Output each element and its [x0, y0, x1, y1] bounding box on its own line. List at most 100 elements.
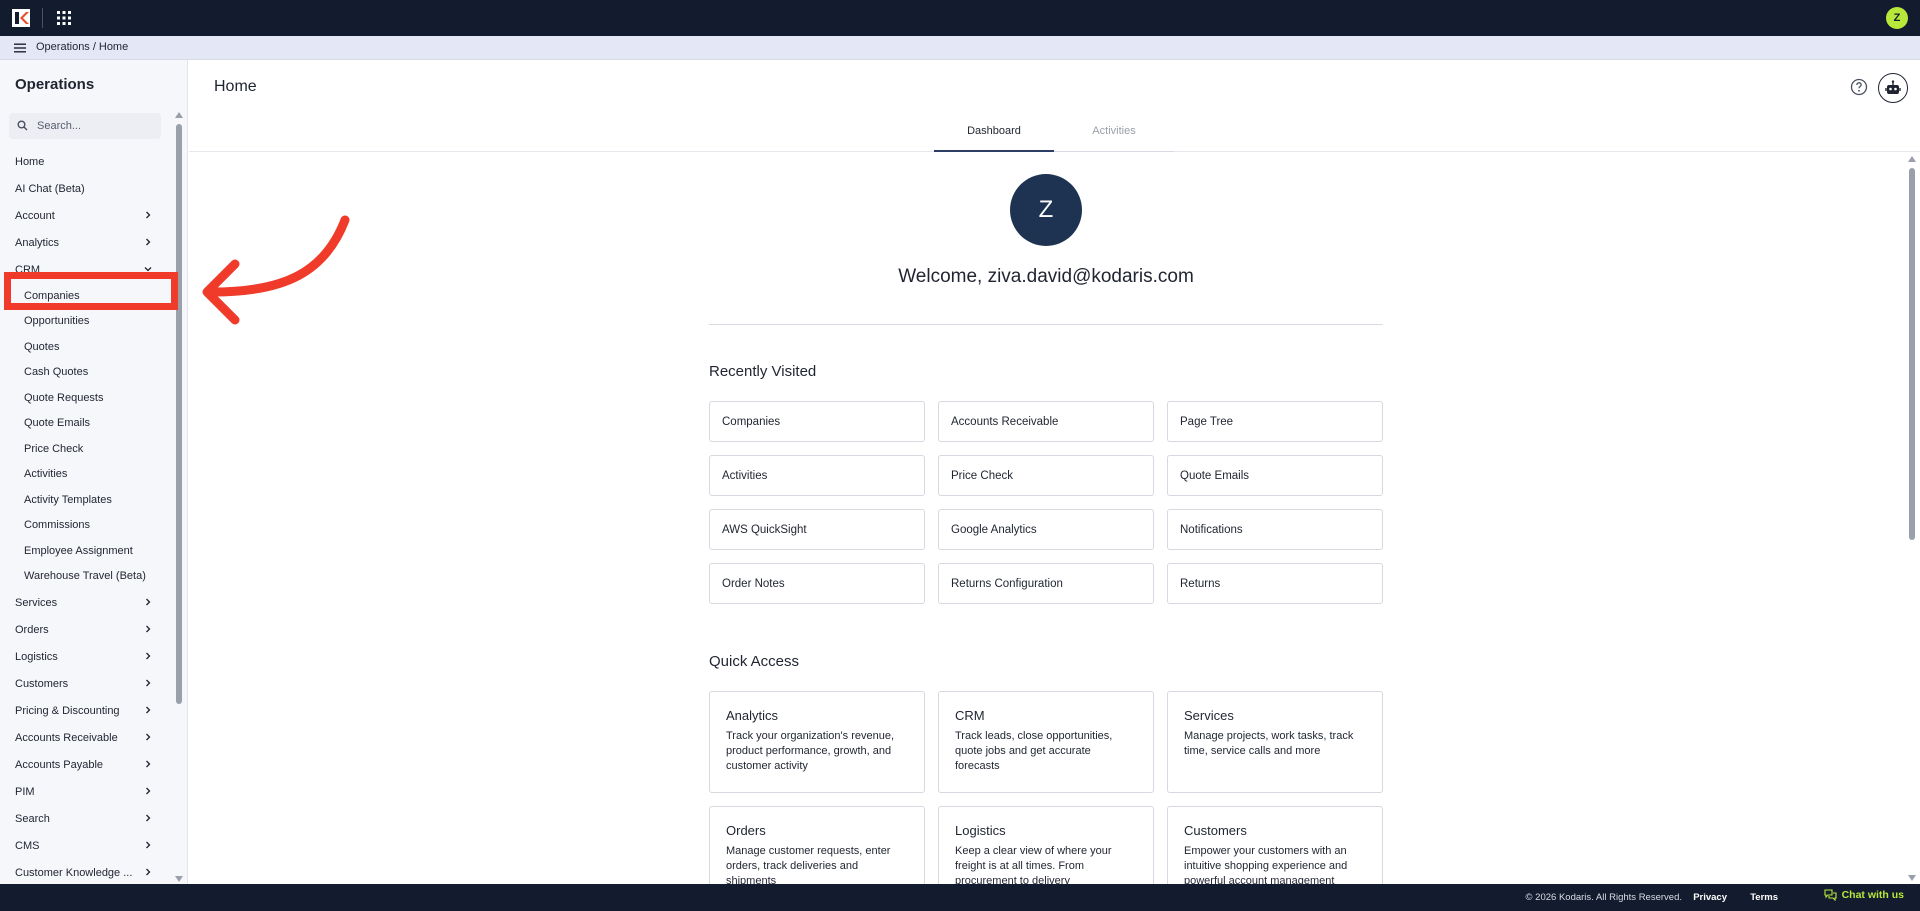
sidebar-item-warehouse-travel-beta[interactable]: Warehouse Travel (Beta) — [0, 564, 170, 590]
recent-card-returns-configuration[interactable]: Returns Configuration — [938, 563, 1154, 604]
sidebar-item-label: Services — [15, 596, 58, 609]
sidebar-item-ai-chat-beta[interactable]: AI Chat (Beta) — [0, 175, 170, 202]
sidebar-item-label: Orders — [15, 623, 49, 636]
sidebar-item-cms[interactable]: CMS — [0, 832, 170, 859]
sidebar-item-orders[interactable]: Orders — [0, 616, 170, 643]
chevron-right-icon — [146, 598, 151, 606]
footer-copyright: © 2026 Kodaris. All Rights Reserved. — [1525, 892, 1682, 903]
sidebar-item-search[interactable]: Search — [0, 805, 170, 832]
recent-card-aws-quicksight[interactable]: AWS QuickSight — [709, 509, 925, 550]
sidebar-item-activities[interactable]: Activities — [0, 462, 170, 488]
help-icon[interactable] — [1850, 78, 1868, 96]
recent-card-companies[interactable]: Companies — [709, 401, 925, 442]
footer-privacy-link[interactable]: Privacy — [1693, 892, 1727, 903]
sidebar-item-label: Quotes — [24, 340, 60, 353]
sidebar-item-label: Home — [15, 155, 45, 168]
sidebar-item-quotes[interactable]: Quotes — [0, 334, 170, 360]
tab-activities[interactable]: Activities — [1054, 120, 1174, 152]
quick-access-card-description: Empower your customers with an intuitive… — [1184, 845, 1348, 884]
recent-card-order-notes[interactable]: Order Notes — [709, 563, 925, 604]
quick-access-card-title: Logistics — [955, 823, 1006, 838]
tab-dashboard[interactable]: Dashboard — [934, 120, 1054, 152]
sidebar-item-commissions[interactable]: Commissions — [0, 513, 170, 539]
sidebar-item-quote-emails[interactable]: Quote Emails — [0, 411, 170, 437]
sidebar-item-activity-templates[interactable]: Activity Templates — [0, 487, 170, 513]
sidebar-item-employee-assignment[interactable]: Employee Assignment — [0, 538, 170, 564]
quick-access-card-analytics[interactable]: Analytics Track your organization's reven… — [709, 691, 925, 793]
breadcrumb-root-link[interactable]: Operations — [36, 41, 90, 53]
topbar-divider — [42, 8, 43, 28]
sidebar-item-price-check[interactable]: Price Check — [0, 436, 170, 462]
quick-access-card-logistics[interactable]: Logistics Keep a clear view of where your… — [938, 806, 1154, 884]
scroll-down-arrow-icon[interactable] — [175, 876, 183, 882]
sidebar-item-analytics[interactable]: Analytics — [0, 229, 170, 256]
quick-access-card-title: CRM — [955, 708, 985, 723]
recent-card-activities[interactable]: Activities — [709, 455, 925, 496]
sidebar-item-home[interactable]: Home — [0, 148, 170, 175]
chevron-right-icon — [146, 841, 151, 849]
apps-grid-icon[interactable] — [57, 11, 71, 25]
recently-visited-title: Recently Visited — [709, 363, 817, 380]
sidebar-item-label: Accounts Receivable — [15, 731, 118, 744]
sidebar-nav: Home AI Chat (Beta) Account Analytics CRM Com… — [0, 148, 170, 886]
sidebar-item-accounts-payable[interactable]: Accounts Payable — [0, 751, 170, 778]
main-scrollbar[interactable] — [1908, 156, 1916, 881]
quick-access-card-title: Customers — [1184, 823, 1247, 838]
sidebar-scrollbar[interactable] — [175, 112, 183, 882]
quick-access-card-orders[interactable]: Orders Manage customer requests, enter or… — [709, 806, 925, 884]
sidebar-search — [9, 113, 161, 139]
sidebar: Operations Home AI Chat (Beta) Account Anal… — [0, 60, 188, 884]
kodaris-logo-icon[interactable] — [12, 9, 30, 27]
quick-access-card-services[interactable]: Services Manage projects, work tasks, tra… — [1167, 691, 1383, 793]
chat-with-us-button[interactable]: Chat with us — [1824, 889, 1904, 901]
page-title: Home — [214, 78, 257, 95]
sidebar-item-accounts-receivable[interactable]: Accounts Receivable — [0, 724, 170, 751]
sidebar-item-account[interactable]: Account — [0, 202, 170, 229]
sidebar-item-label: Warehouse Travel (Beta) — [24, 570, 146, 583]
sidebar-item-pim[interactable]: PIM — [0, 778, 170, 805]
quick-access-card-crm[interactable]: CRM Track leads, close opportunities, quo… — [938, 691, 1154, 793]
main-scroll-thumb[interactable] — [1909, 168, 1915, 540]
quick-access-card-customers[interactable]: Customers Empower your customers with an … — [1167, 806, 1383, 884]
sidebar-item-pricing-discounting[interactable]: Pricing & Discounting — [0, 697, 170, 724]
sidebar-item-label: Opportunities — [24, 315, 90, 328]
sidebar-item-label: Logistics — [15, 650, 58, 663]
welcome-divider — [709, 324, 1383, 325]
robot-icon — [1885, 80, 1901, 94]
recent-card-quote-emails[interactable]: Quote Emails — [1167, 455, 1383, 496]
user-avatar[interactable]: Z — [1886, 7, 1908, 29]
recent-card-returns[interactable]: Returns — [1167, 563, 1383, 604]
recent-card-page-tree[interactable]: Page Tree — [1167, 401, 1383, 442]
sidebar-item-services[interactable]: Services — [0, 589, 170, 616]
quick-access-card-title: Analytics — [726, 708, 779, 723]
sidebar-item-opportunities[interactable]: Opportunities — [0, 309, 170, 335]
sidebar-item-quote-requests[interactable]: Quote Requests — [0, 385, 170, 411]
hamburger-menu-icon[interactable] — [14, 42, 26, 54]
quick-access-card-description: Manage customer requests, enter orders, … — [726, 845, 891, 884]
footer-terms-link[interactable]: Terms — [1750, 892, 1778, 903]
sidebar-item-logistics[interactable]: Logistics — [0, 643, 170, 670]
sidebar-item-customer-knowledge[interactable]: Customer Knowledge ... — [0, 859, 170, 886]
chevron-right-icon — [146, 814, 151, 822]
recent-card-price-check[interactable]: Price Check — [938, 455, 1154, 496]
sidebar-item-label: Quote Requests — [24, 391, 104, 404]
quick-access-title: Quick Access — [709, 653, 800, 670]
quick-access-card-description: Manage projects, work tasks, track time,… — [1184, 730, 1354, 757]
sidebar-item-cash-quotes[interactable]: Cash Quotes — [0, 360, 170, 386]
recent-card-google-analytics[interactable]: Google Analytics — [938, 509, 1154, 550]
recent-card-accounts-receivable[interactable]: Accounts Receivable — [938, 401, 1154, 442]
quick-access-card-description: Keep a clear view of where your freight … — [955, 845, 1112, 884]
sidebar-scroll-thumb[interactable] — [176, 124, 182, 704]
sidebar-item-label: Employee Assignment — [24, 544, 133, 557]
quick-access-card-title: Services — [1184, 708, 1234, 723]
quick-access-card-description: Track leads, close opportunities, quote … — [955, 730, 1113, 772]
ai-assistant-button[interactable] — [1878, 73, 1908, 103]
scroll-down-arrow-icon[interactable] — [1908, 875, 1916, 881]
sidebar-item-label: Activities — [24, 468, 68, 481]
sidebar-search-input[interactable] — [37, 117, 155, 135]
sidebar-item-customers[interactable]: Customers — [0, 670, 170, 697]
recent-card-notifications[interactable]: Notifications — [1167, 509, 1383, 550]
scroll-up-arrow-icon[interactable] — [175, 112, 183, 118]
scroll-up-arrow-icon[interactable] — [1908, 156, 1916, 162]
chevron-right-icon — [146, 211, 151, 219]
